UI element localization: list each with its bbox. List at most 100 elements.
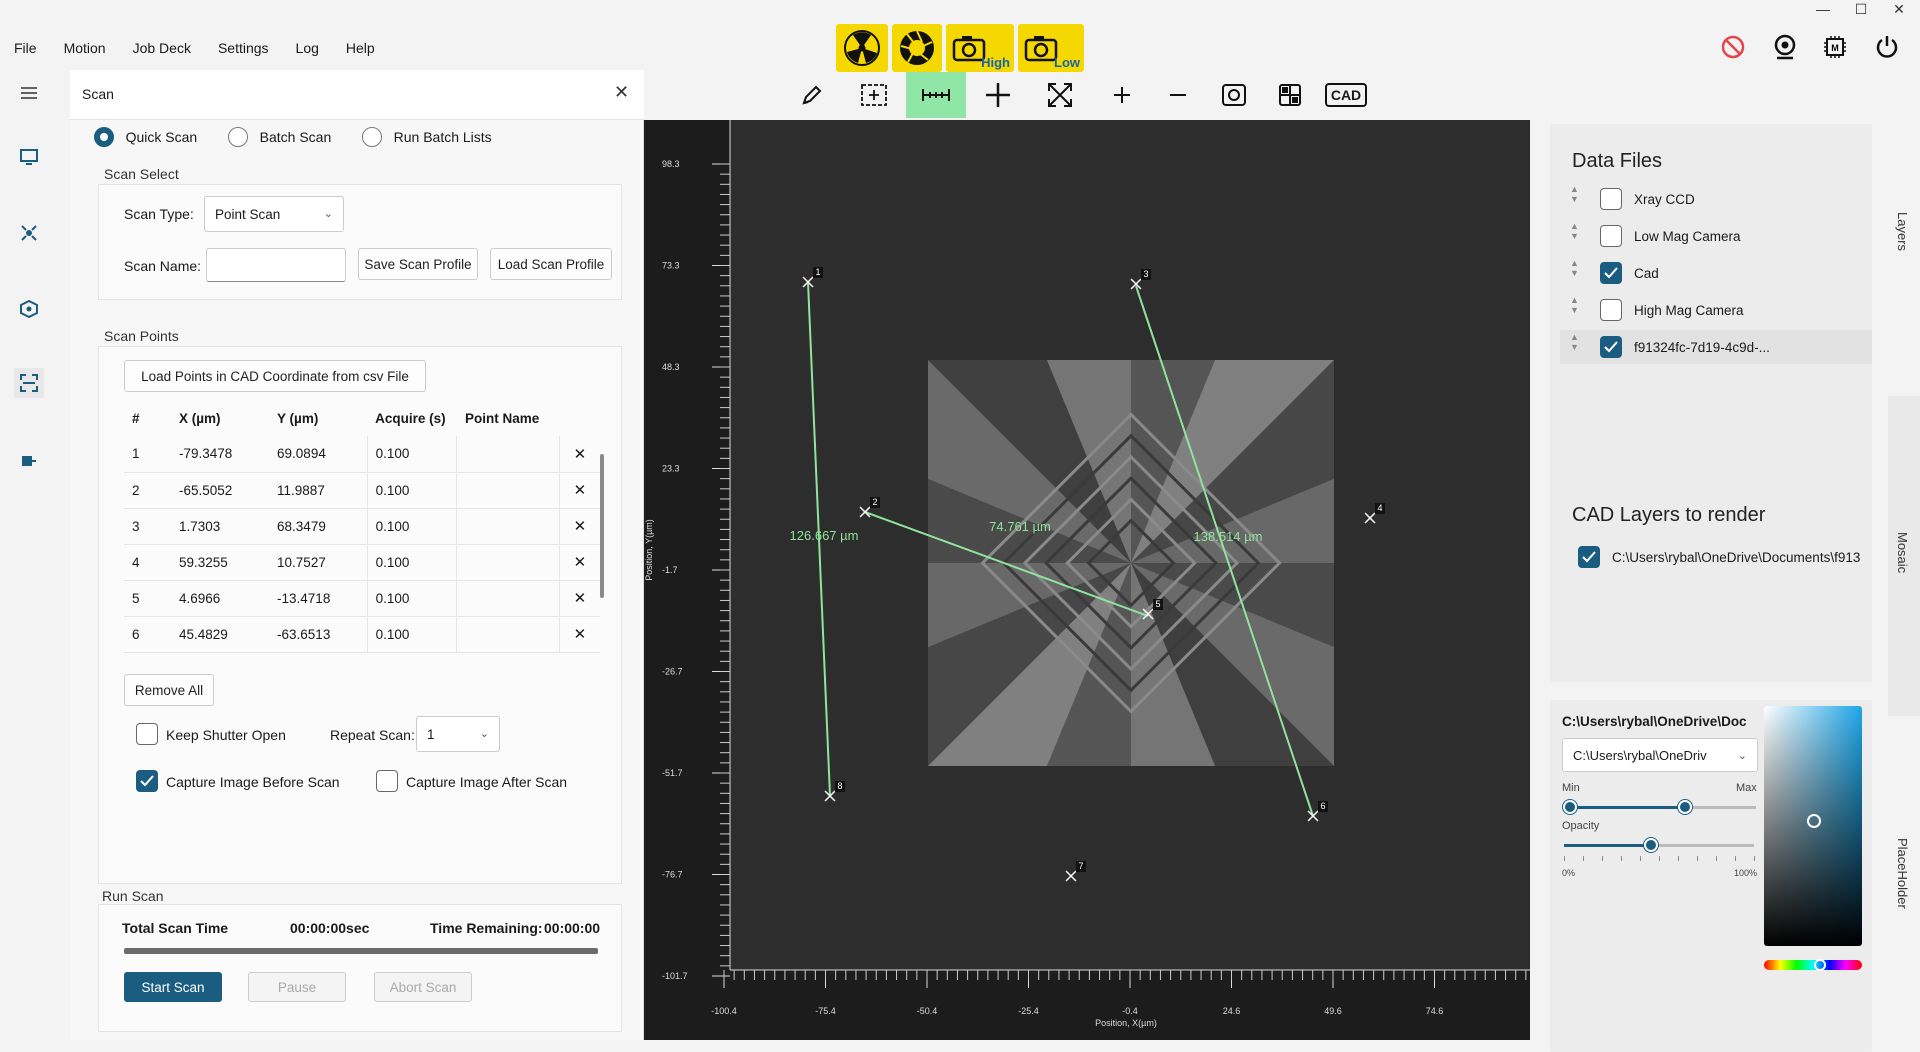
- abort-scan-button[interactable]: Abort Scan: [374, 972, 472, 1002]
- reorder-arrows-icon[interactable]: ▲ ▼: [1570, 295, 1579, 315]
- keep-shutter-open-checkbox[interactable]: [136, 723, 158, 745]
- hamburger-icon[interactable]: [14, 78, 44, 108]
- reorder-arrows-icon[interactable]: ▲ ▼: [1570, 184, 1579, 204]
- row-acquire[interactable]: 0.100: [367, 508, 458, 545]
- load-scan-profile-button[interactable]: Load Scan Profile: [490, 248, 612, 280]
- row-point-name[interactable]: [456, 544, 560, 581]
- table-row[interactable]: 2 -65.5052 11.9887 0.100 ✕: [124, 472, 600, 509]
- radio-run-batch-lists-dot[interactable]: [362, 127, 382, 147]
- close-icon[interactable]: ✕: [614, 82, 629, 103]
- row-point-name[interactable]: [456, 436, 560, 473]
- row-acquire[interactable]: 0.100: [367, 580, 458, 617]
- delete-row-icon[interactable]: ✕: [559, 580, 600, 617]
- power-icon[interactable]: [1872, 32, 1902, 62]
- load-points-csv-button[interactable]: Load Points in CAD Coordinate from csv F…: [124, 360, 426, 392]
- reorder-arrows-icon[interactable]: ▲ ▼: [1570, 221, 1579, 241]
- delete-row-icon[interactable]: ✕: [559, 508, 600, 545]
- camera-high-icon[interactable]: High: [946, 24, 1014, 72]
- repeat-scan-dropdown[interactable]: 1 ⌄: [416, 716, 500, 752]
- radio-batch-scan[interactable]: Batch Scan: [228, 127, 331, 147]
- zoom-in-icon[interactable]: [1092, 72, 1152, 118]
- tab-mosaic[interactable]: Mosaic: [1888, 396, 1920, 716]
- row-point-name[interactable]: [456, 580, 560, 617]
- data-file-checkbox[interactable]: [1600, 225, 1622, 247]
- menu-motion[interactable]: Motion: [64, 40, 106, 56]
- tab-layers[interactable]: Layers: [1888, 70, 1920, 390]
- radio-quick-scan-dot[interactable]: [94, 127, 114, 147]
- range-max-thumb[interactable]: [1678, 800, 1693, 814]
- data-file-row[interactable]: ▲ ▼ High Mag Camera: [1560, 293, 1872, 327]
- pencil-icon[interactable]: [782, 72, 842, 118]
- crosshair-icon[interactable]: [968, 72, 1028, 118]
- pause-button[interactable]: Pause: [248, 972, 346, 1002]
- grid-icon[interactable]: [1260, 72, 1320, 118]
- delete-row-icon[interactable]: ✕: [559, 436, 600, 473]
- data-file-checkbox[interactable]: [1600, 188, 1622, 210]
- hue-thumb[interactable]: [1814, 959, 1826, 971]
- layers-nav-icon[interactable]: [14, 294, 44, 324]
- table-row[interactable]: 4 59.3255 10.7527 0.100 ✕: [124, 544, 600, 581]
- table-row[interactable]: 3 1.7303 68.3479 0.100 ✕: [124, 508, 600, 545]
- menu-help[interactable]: Help: [346, 40, 375, 56]
- measure-icon[interactable]: [906, 72, 966, 118]
- scan-nav-icon[interactable]: [14, 368, 44, 398]
- scan-name-input[interactable]: [206, 248, 346, 282]
- radio-batch-scan-dot[interactable]: [228, 127, 248, 147]
- capture-after-checkbox[interactable]: [376, 770, 398, 792]
- row-point-name[interactable]: [456, 508, 560, 545]
- motion-icon[interactable]: [14, 218, 44, 248]
- delete-row-icon[interactable]: ✕: [559, 472, 600, 509]
- layer-path-dropdown[interactable]: C:\Users\rybal\OneDriv ⌄: [1562, 738, 1758, 772]
- table-row[interactable]: 5 4.6966 -13.4718 0.100 ✕: [124, 580, 600, 617]
- hue-slider[interactable]: [1764, 959, 1862, 971]
- chip-icon[interactable]: M: [1820, 32, 1850, 62]
- export-icon[interactable]: [14, 446, 44, 476]
- scan-type-dropdown[interactable]: Point Scan ⌄: [204, 196, 344, 232]
- opacity-thumb[interactable]: [1644, 838, 1659, 852]
- radiation-icon[interactable]: [836, 24, 888, 72]
- data-file-row[interactable]: ▲ ▼ Cad: [1560, 256, 1872, 290]
- save-scan-profile-button[interactable]: Save Scan Profile: [358, 248, 478, 280]
- capture-before-checkbox[interactable]: [136, 770, 158, 792]
- radio-run-batch-lists[interactable]: Run Batch Lists: [362, 127, 492, 147]
- scan-canvas[interactable]: 98.3 73.3 48.3 23.3 -1.7 -26.7 -51.7 -76.7 -101.…: [644, 120, 1530, 1040]
- delete-row-icon[interactable]: ✕: [559, 616, 600, 653]
- zoom-out-icon[interactable]: [1148, 72, 1208, 118]
- radio-quick-scan[interactable]: Quick Scan: [94, 127, 197, 147]
- row-point-name[interactable]: [456, 616, 560, 653]
- select-region-icon[interactable]: [844, 72, 904, 118]
- cad-button[interactable]: CAD: [1316, 72, 1376, 118]
- row-acquire[interactable]: 0.100: [367, 544, 458, 581]
- data-file-checkbox[interactable]: [1600, 336, 1622, 358]
- color-picker-handle[interactable]: [1807, 814, 1821, 828]
- row-acquire[interactable]: 0.100: [367, 472, 458, 509]
- shutter-icon[interactable]: [892, 24, 942, 72]
- menu-settings[interactable]: Settings: [218, 40, 269, 56]
- monitor-icon[interactable]: [14, 142, 44, 172]
- data-file-row[interactable]: ▲ ▼ f91324fc-7d19-4c9d-...: [1560, 330, 1872, 364]
- delete-row-icon[interactable]: ✕: [559, 544, 600, 581]
- webcam-icon[interactable]: [1770, 32, 1800, 62]
- plot-svg[interactable]: 98.3 73.3 48.3 23.3 -1.7 -26.7 -51.7 -76.7 -101.…: [644, 120, 1530, 1040]
- range-min-thumb[interactable]: [1563, 800, 1577, 814]
- cad-layer-checkbox[interactable]: [1578, 546, 1600, 568]
- menu-file[interactable]: File: [14, 40, 37, 56]
- data-file-row[interactable]: ▲ ▼ Low Mag Camera: [1560, 219, 1872, 253]
- start-scan-button[interactable]: Start Scan: [124, 972, 222, 1002]
- remove-all-button[interactable]: Remove All: [124, 674, 214, 706]
- color-picker-area[interactable]: [1764, 706, 1862, 946]
- row-acquire[interactable]: 0.100: [367, 616, 458, 653]
- tab-placeholder[interactable]: PlaceHolder: [1888, 720, 1920, 1040]
- camera-low-icon[interactable]: Low: [1018, 24, 1084, 72]
- fit-icon[interactable]: [1030, 72, 1090, 118]
- row-point-name[interactable]: [456, 472, 560, 509]
- data-file-checkbox[interactable]: [1600, 262, 1622, 284]
- row-acquire[interactable]: 0.100: [367, 436, 458, 473]
- close-window-icon[interactable]: ✕: [1876, 0, 1920, 18]
- table-row[interactable]: 1 -79.3478 69.0894 0.100 ✕: [124, 436, 600, 473]
- menu-job-deck[interactable]: Job Deck: [133, 40, 191, 56]
- reorder-arrows-icon[interactable]: ▲ ▼: [1570, 258, 1579, 278]
- screenshot-icon[interactable]: [1204, 72, 1264, 118]
- menu-log[interactable]: Log: [296, 40, 319, 56]
- data-file-row[interactable]: ▲ ▼ Xray CCD: [1560, 182, 1872, 216]
